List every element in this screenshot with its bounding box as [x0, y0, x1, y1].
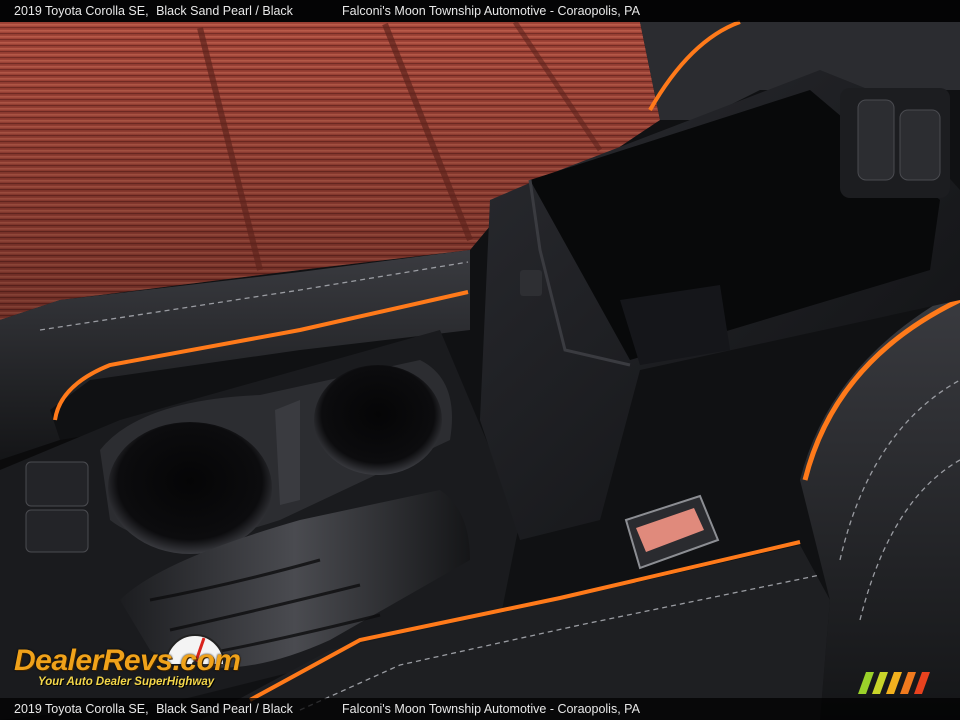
interior-photo — [0, 0, 960, 720]
photo-frame: 2019 Toyota Corolla SE, Black Sand Pearl… — [0, 0, 960, 720]
cupholder-left — [108, 422, 272, 554]
caption-vehicle-bottom: 2019 Toyota Corolla SE, — [14, 702, 149, 716]
cupholder-right — [314, 365, 442, 475]
caption-bar-bottom: 2019 Toyota Corolla SE, Black Sand Pearl… — [0, 698, 960, 720]
caption-dealer: Falconi's Moon Township Automotive - Cor… — [342, 4, 640, 18]
caption-color-bottom: Black Sand Pearl / Black — [156, 702, 293, 716]
caption-dealer-bottom: Falconi's Moon Township Automotive - Cor… — [342, 702, 640, 716]
dealerrevs-logo: DealerRevs.com Your Auto Dealer SuperHig… — [12, 624, 262, 696]
stripes-logo-icon — [858, 672, 930, 694]
caption-vehicle: 2019 Toyota Corolla SE, — [14, 4, 149, 18]
caption-vehicle-group: 2019 Toyota Corolla SE, Black Sand Pearl… — [14, 0, 293, 22]
caption-color: Black Sand Pearl / Black — [156, 4, 293, 18]
caption-vehicle-group-bottom: 2019 Toyota Corolla SE, Black Sand Pearl… — [14, 698, 293, 720]
logo-wordmark: DealerRevs.com — [14, 644, 241, 677]
caption-bar-top: 2019 Toyota Corolla SE, Black Sand Pearl… — [0, 0, 960, 22]
logo-tagline: Your Auto Dealer SuperHighway — [38, 676, 215, 688]
